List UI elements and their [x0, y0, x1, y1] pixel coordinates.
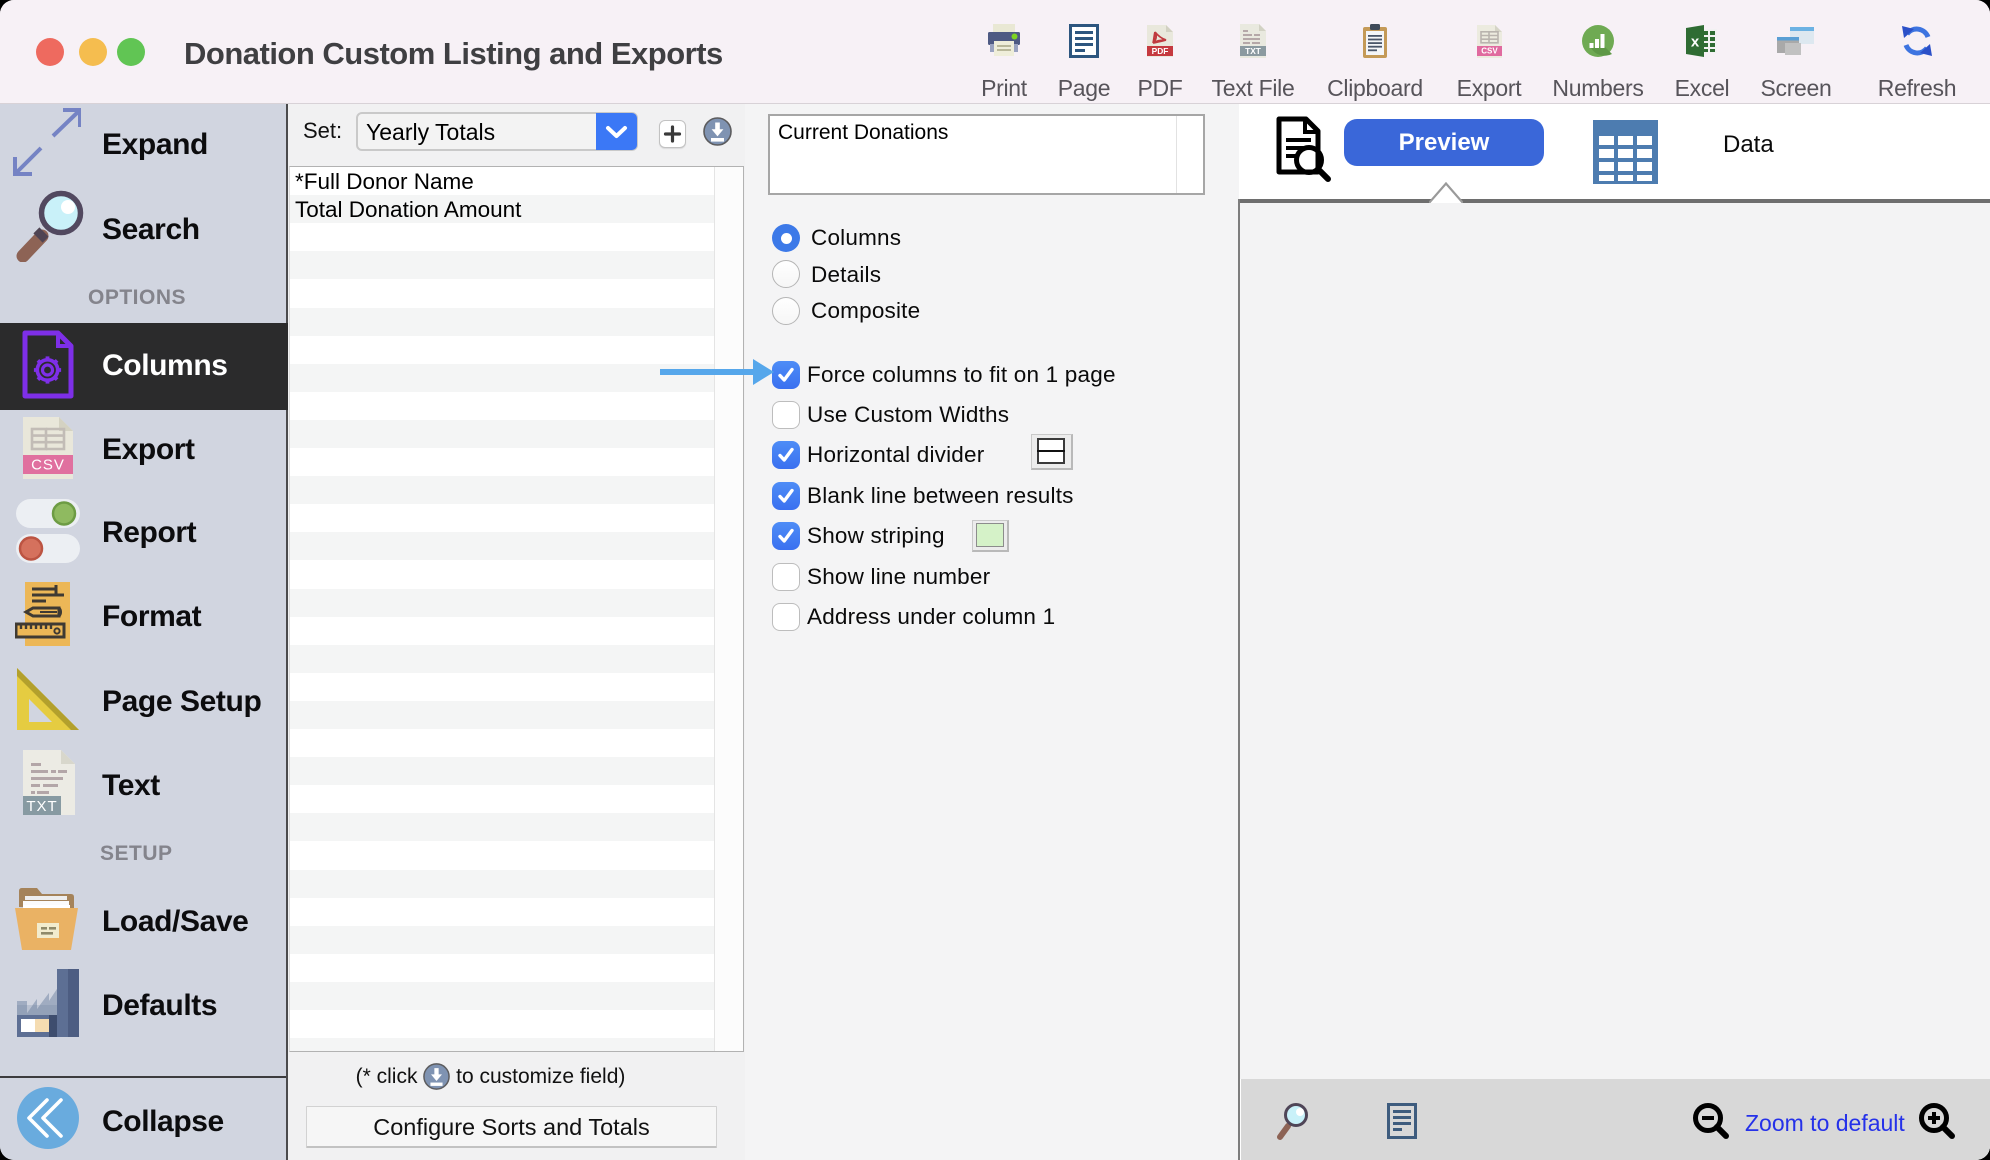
svg-text:TXT: TXT [1245, 46, 1262, 56]
svg-text:CSV: CSV [31, 457, 65, 474]
svg-text:TXT: TXT [26, 798, 57, 815]
svg-text:CSV: CSV [1481, 46, 1498, 55]
svg-text:PDF: PDF [1152, 46, 1169, 56]
svg-text:x: x [1691, 34, 1700, 51]
